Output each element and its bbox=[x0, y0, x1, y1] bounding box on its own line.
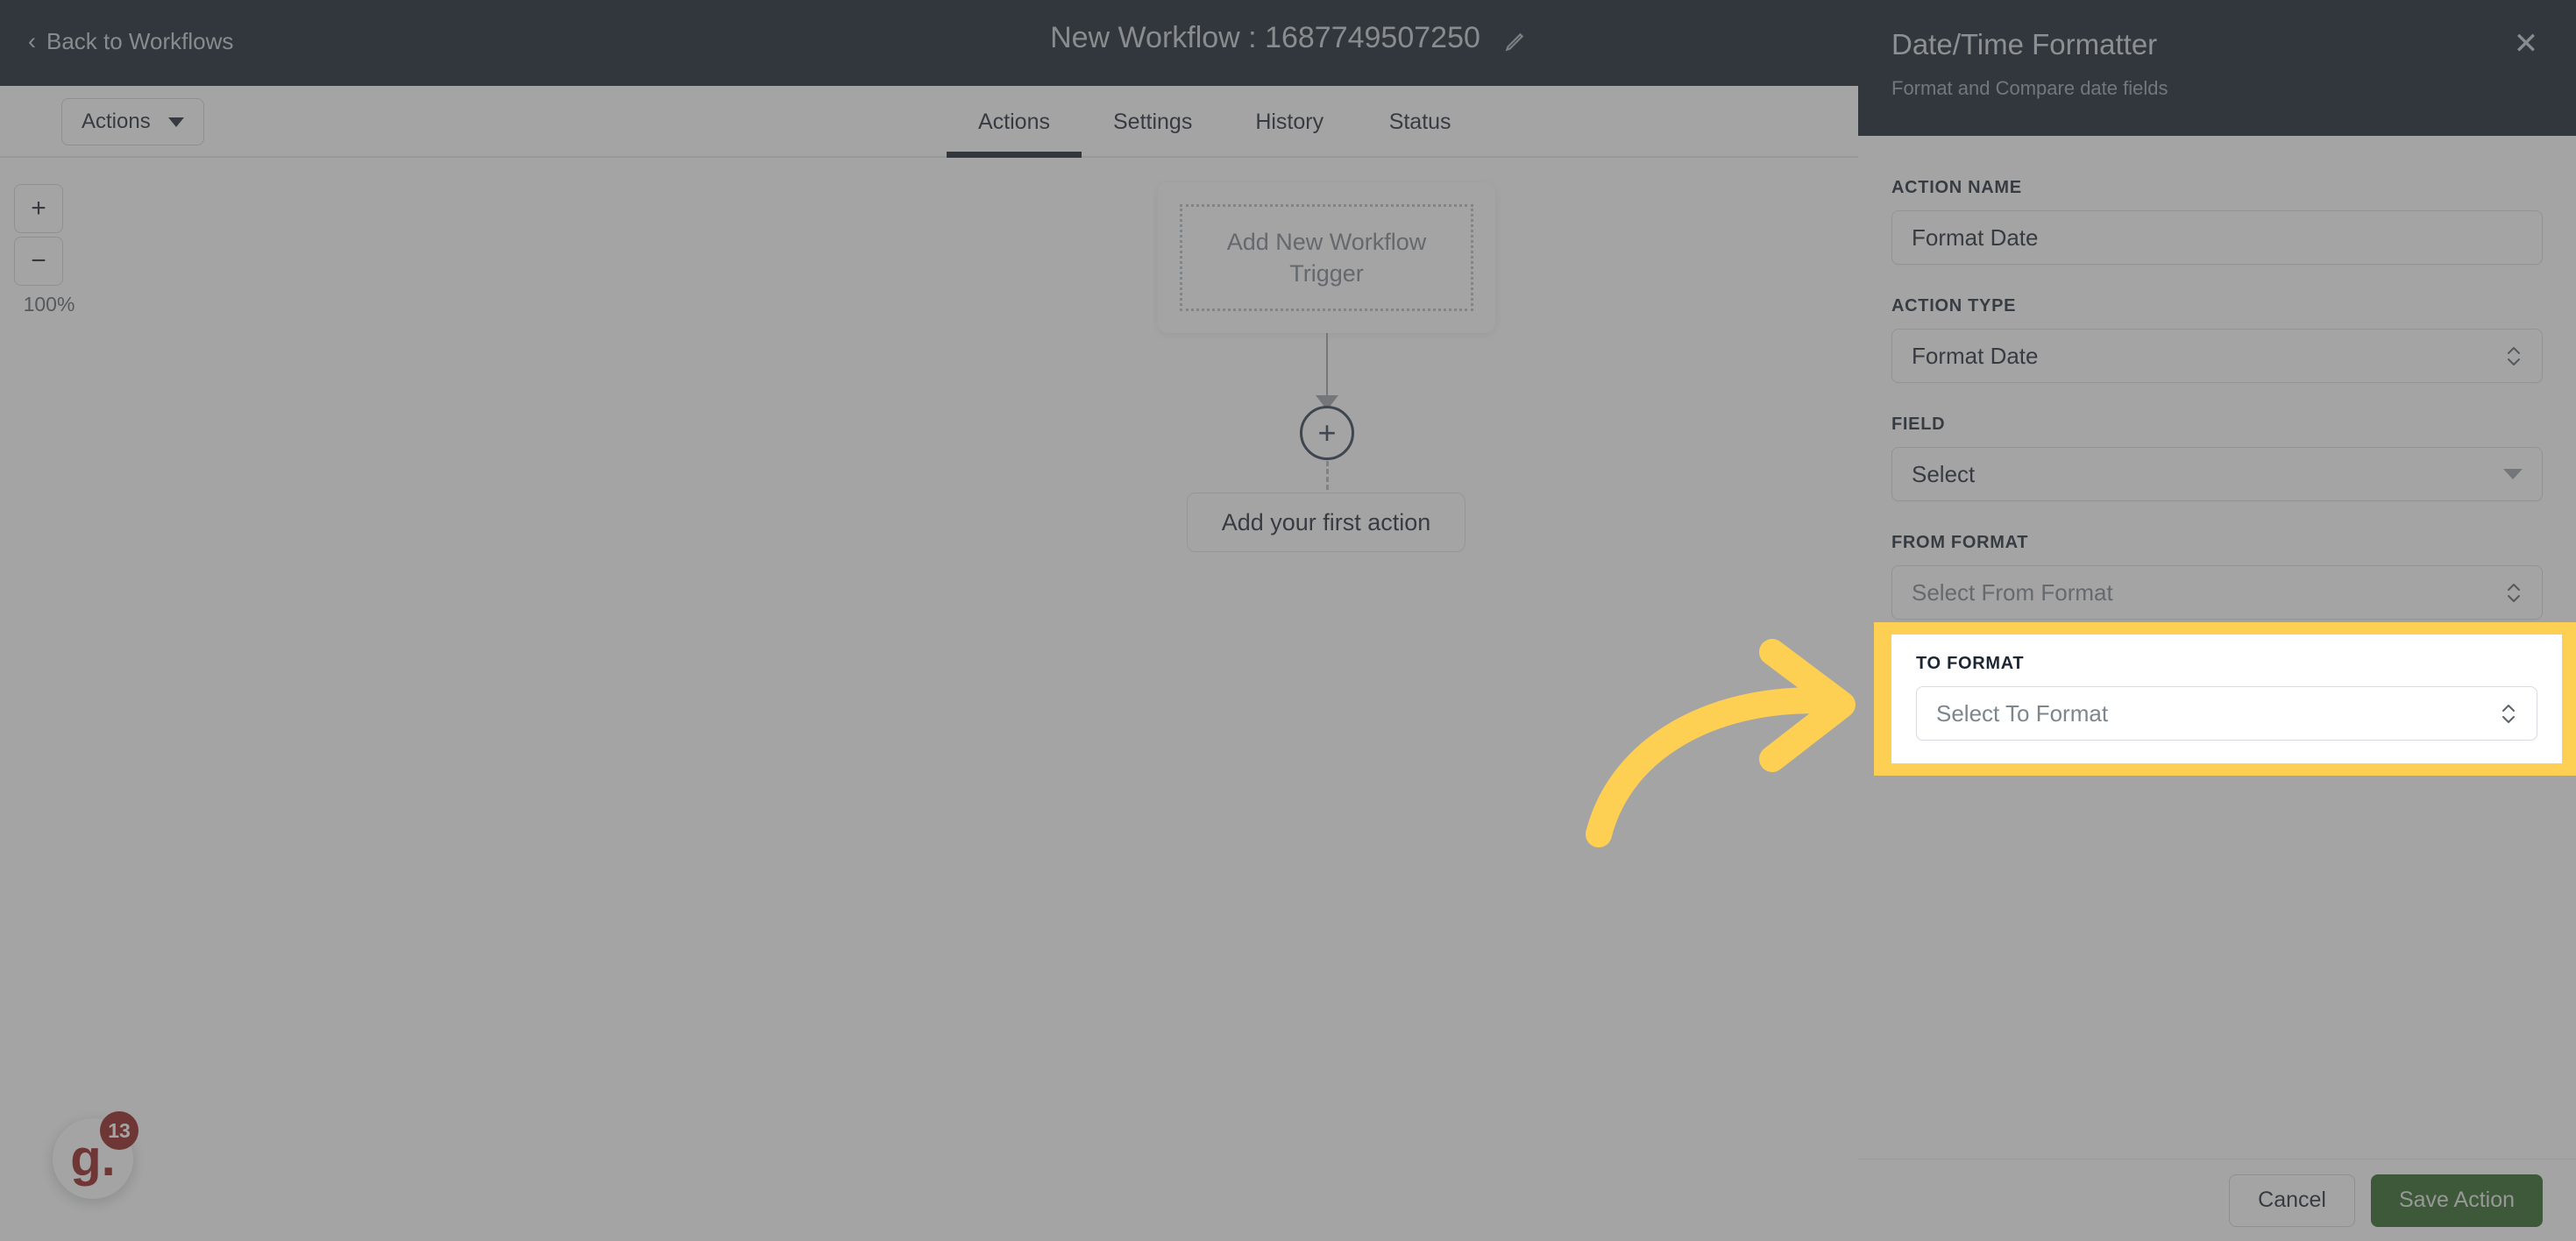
connector-line bbox=[1326, 333, 1328, 401]
action-type-select[interactable]: Format Date bbox=[1891, 329, 2543, 383]
field-value: Select bbox=[1912, 460, 1976, 487]
stepper-chevrons-icon bbox=[2505, 343, 2523, 369]
action-type-value: Format Date bbox=[1912, 342, 2039, 369]
chevron-left-icon: ‹ bbox=[28, 28, 36, 54]
workflow-flow: Add New Workflow Trigger + Add your firs… bbox=[1153, 182, 1591, 552]
cancel-button[interactable]: Cancel bbox=[2229, 1174, 2355, 1227]
field-group-from-format: FROM FORMAT Select From Format bbox=[1891, 533, 2543, 620]
field-dropdown[interactable]: Select bbox=[1891, 447, 2543, 501]
from-format-label: FROM FORMAT bbox=[1891, 533, 2029, 552]
zoom-in-button[interactable]: + bbox=[14, 184, 63, 233]
stepper-chevrons-icon bbox=[2505, 579, 2523, 606]
zoom-controls: + − 100% bbox=[14, 184, 84, 316]
action-panel-footer: Cancel Save Action bbox=[1858, 1159, 2576, 1241]
chat-widget-badge: 13 bbox=[100, 1111, 138, 1150]
to-format-highlight: TO FORMAT Select To Format bbox=[1874, 622, 2576, 776]
save-action-button[interactable]: Save Action bbox=[2370, 1174, 2543, 1227]
tab-actions[interactable]: Actions bbox=[947, 86, 1082, 158]
action-name-value: Format Date bbox=[1912, 223, 2039, 251]
chat-widget-button[interactable]: g. 13 bbox=[53, 1111, 138, 1199]
zoom-out-icon: − bbox=[31, 246, 46, 275]
to-format-select[interactable]: Select To Format bbox=[1916, 686, 2537, 741]
workflow-subbar: Actions Actions Settings History Status bbox=[0, 86, 1858, 158]
action-name-label: ACTION NAME bbox=[1891, 178, 2022, 197]
action-type-label: ACTION TYPE bbox=[1891, 296, 2017, 316]
tab-status-label: Status bbox=[1388, 109, 1451, 134]
field-group-field: FIELD Select bbox=[1891, 415, 2543, 501]
pencil-icon[interactable] bbox=[1503, 27, 1526, 51]
app-screen: + − 100% Add New Workflow Trigger + Add … bbox=[0, 0, 2576, 1241]
close-icon[interactable]: ✕ bbox=[2509, 28, 2543, 61]
tab-history-label: History bbox=[1255, 109, 1324, 134]
add-step-button[interactable]: + bbox=[1300, 406, 1354, 460]
to-format-group: TO FORMAT Select To Format bbox=[1891, 635, 2562, 763]
from-format-value: Select From Format bbox=[1912, 578, 2113, 606]
field-group-action-name: ACTION NAME Format Date bbox=[1891, 178, 2543, 265]
from-format-select[interactable]: Select From Format bbox=[1891, 565, 2543, 620]
actions-menu-button[interactable]: Actions bbox=[61, 98, 204, 145]
zoom-level-label: 100% bbox=[23, 293, 75, 316]
chevron-down-icon bbox=[167, 117, 184, 127]
field-group-action-type: ACTION TYPE Format Date bbox=[1891, 296, 2543, 383]
add-workflow-trigger-label: Add New Workflow Trigger bbox=[1180, 204, 1473, 311]
workflow-tabs: Actions Settings History Status bbox=[947, 86, 1485, 158]
actions-menu-label: Actions bbox=[82, 110, 151, 133]
caret-down-icon bbox=[2503, 469, 2523, 479]
tab-settings-label: Settings bbox=[1112, 109, 1193, 134]
workflow-title-text: New Workflow : 1687749507250 bbox=[1050, 21, 1480, 54]
action-config-form: ACTION NAME Format Date ACTION TYPE Form… bbox=[1858, 136, 2576, 651]
workflow-canvas[interactable]: + − 100% Add New Workflow Trigger + Add … bbox=[0, 158, 1858, 1241]
back-to-workflows-link[interactable]: ‹ Back to Workflows bbox=[28, 28, 233, 55]
stepper-chevrons-icon bbox=[2500, 700, 2517, 727]
action-panel-header: Date/Time Formatter Format and Compare d… bbox=[1858, 0, 2576, 136]
add-first-action-button[interactable]: Add your first action bbox=[1187, 493, 1465, 552]
tab-history[interactable]: History bbox=[1224, 86, 1355, 158]
zoom-in-icon: + bbox=[31, 194, 46, 223]
tab-status[interactable]: Status bbox=[1355, 86, 1485, 158]
zoom-out-button[interactable]: − bbox=[14, 237, 63, 286]
to-format-label: TO FORMAT bbox=[1916, 654, 2025, 673]
add-first-action-label: Add your first action bbox=[1221, 508, 1431, 535]
field-label: FIELD bbox=[1891, 415, 1946, 434]
action-panel-title: Date/Time Formatter bbox=[1891, 28, 2158, 60]
tab-actions-label: Actions bbox=[978, 109, 1050, 134]
back-to-workflows-label: Back to Workflows bbox=[46, 28, 234, 54]
action-panel-subtitle: Format and Compare date fields bbox=[1891, 77, 2168, 99]
action-name-input[interactable]: Format Date bbox=[1891, 210, 2543, 265]
add-workflow-trigger-card[interactable]: Add New Workflow Trigger bbox=[1158, 182, 1495, 333]
plus-icon: + bbox=[1317, 415, 1337, 450]
to-format-value: Select To Format bbox=[1936, 699, 2109, 727]
tab-settings[interactable]: Settings bbox=[1082, 86, 1224, 158]
